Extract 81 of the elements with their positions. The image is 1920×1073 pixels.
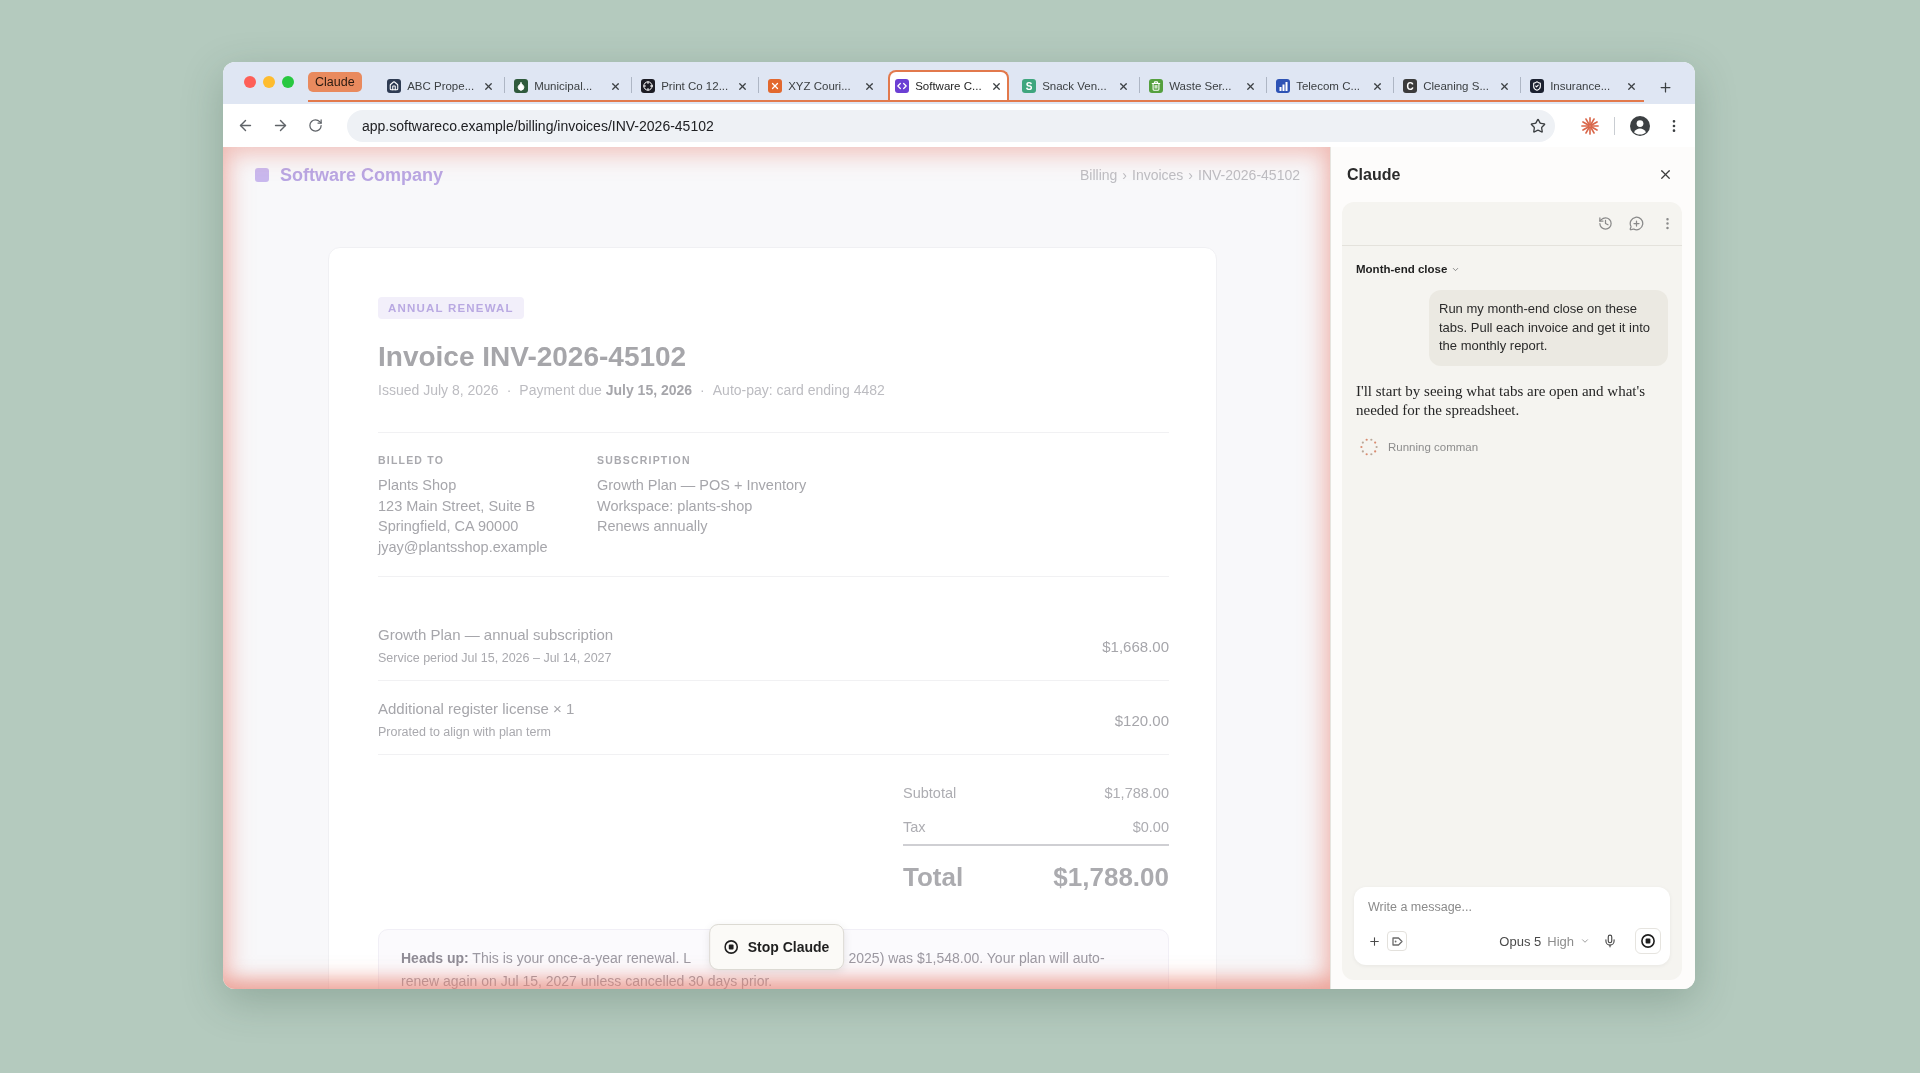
letter-favicon: C <box>1403 79 1418 93</box>
address-line: Plants Shop <box>378 476 458 495</box>
tab-group-label[interactable]: Claude <box>308 72 362 92</box>
profile-icon[interactable] <box>1630 115 1650 136</box>
address-bar[interactable]: app.softwareco.example/billing/invoices/INV-2026-45102 <box>347 109 1555 142</box>
total-label: Total <box>903 861 964 893</box>
section-label: BILLED TO <box>378 453 446 467</box>
starburst-icon[interactable] <box>1581 116 1599 135</box>
history-icon[interactable] <box>1598 216 1613 231</box>
notice-text: Heads up: This is your once-a-year renewal. L <box>401 949 692 968</box>
browser-tab[interactable]: ABC Prope... <box>380 70 502 100</box>
line-item-note: Prorated to align with plan term <box>378 724 552 741</box>
browser-tab[interactable]: Municipal... <box>507 70 629 100</box>
context-button[interactable] <box>1387 931 1407 951</box>
browser-tab[interactable]: Software C... <box>888 70 1010 100</box>
chat-plus-icon[interactable] <box>1629 216 1644 231</box>
logo-icon <box>255 168 269 182</box>
stop-claude-button[interactable]: Stop Claude <box>708 924 845 970</box>
tag-icon <box>1391 936 1403 946</box>
panel-title: Claude <box>1347 165 1401 184</box>
totals-label: Tax <box>903 818 926 837</box>
model-selector[interactable]: Opus 5 High <box>1499 933 1590 949</box>
totals-label: Subtotal <box>903 784 957 803</box>
notice-text: renew again on Jul 15, 2027 unless cancelled 30 days prior. <box>401 973 774 989</box>
brand-name: Software Company <box>280 164 444 186</box>
chevron-down-icon <box>1580 936 1590 946</box>
breadcrumb-current: INV-2026-45102 <box>1198 167 1300 183</box>
totals-amount: $1,788.00 <box>1104 784 1169 803</box>
reload-icon <box>307 118 323 133</box>
user-message: Run my month-end close on these tabs. Pull each invoice and get it into the monthly report. <box>1429 290 1668 366</box>
status-badge: ANNUAL RENEWAL <box>378 297 524 319</box>
close-icon[interactable] <box>483 80 495 92</box>
browser-tab[interactable]: S Snack Ven... <box>1015 70 1137 100</box>
assistant-message: I'll start by seeing what tabs are open and what's needed for the spreadsheet. <box>1356 381 1647 420</box>
line-item-description: Additional register license × 1 <box>378 699 575 719</box>
line-item-amount: $1,668.00 <box>1102 637 1169 655</box>
breadcrumb-separator: › <box>1188 167 1194 183</box>
browser-tab[interactable]: Print Co 12... <box>634 70 756 100</box>
browser-tab[interactable]: C Cleaning S... <box>1396 70 1518 100</box>
browser-tab[interactable]: Insurance... <box>1523 70 1645 100</box>
total-amount: $1,788.00 <box>1053 861 1169 893</box>
close-icon[interactable] <box>1118 80 1130 92</box>
subscription-line: Workspace: plants-shop <box>597 496 754 516</box>
message-input[interactable]: Write a message... <box>1368 899 1661 915</box>
line-item-description: Growth Plan — annual subscription <box>378 625 614 645</box>
stop-icon <box>723 940 738 954</box>
close-icon[interactable] <box>1658 167 1673 182</box>
totals-amount: $0.00 <box>1132 818 1169 837</box>
notice-text: 2025) was $1,548.00. Your plan will auto- <box>848 949 1106 968</box>
conversation-dropdown[interactable]: Month-end close <box>1356 262 1461 276</box>
new-tab-icon[interactable] <box>1658 80 1674 95</box>
address-line: 123 Main Street, Suite B <box>378 496 537 516</box>
close-icon[interactable] <box>1626 80 1638 92</box>
section-label: SUBSCRIPTION <box>597 453 692 467</box>
mic-icon[interactable] <box>1603 934 1617 948</box>
close-icon[interactable] <box>864 80 876 92</box>
line-item-note: Service period Jul 15, 2026 – Jul 14, 2027 <box>378 650 613 667</box>
subscription-line: Growth Plan — POS + Inventory <box>597 476 807 495</box>
browser-tab[interactable]: Telecom C... <box>1269 70 1391 100</box>
close-icon[interactable] <box>1372 80 1384 92</box>
browser-tab[interactable]: XYZ Couri... <box>761 70 883 100</box>
breadcrumb-separator: › <box>1122 167 1127 183</box>
browser-tab[interactable]: Waste Ser... <box>1142 70 1264 100</box>
status-text: Running comman <box>1388 440 1479 453</box>
stop-button[interactable] <box>1635 928 1661 954</box>
close-icon[interactable] <box>737 80 749 92</box>
star-icon[interactable] <box>1530 117 1546 134</box>
stop-icon <box>1641 934 1655 948</box>
subscription-line: Renews annually <box>597 517 709 536</box>
address-line: jyay@plantsshop.example <box>378 537 549 557</box>
plus-icon[interactable] <box>1368 934 1381 948</box>
invoice-title: Invoice INV-2026-45102 <box>378 340 688 374</box>
close-icon[interactable] <box>1245 80 1257 92</box>
address-line: Springfield, CA 90000 <box>378 517 520 536</box>
spinner-icon <box>1360 437 1378 456</box>
close-icon[interactable] <box>991 80 1003 92</box>
line-item-amount: $120.00 <box>1114 711 1169 729</box>
close-icon[interactable] <box>1499 80 1511 92</box>
invoice-meta: Issued July 8, 2026 · Payment due July 15, 2026 · Auto-pay: card ending 4482 <box>378 381 886 400</box>
close-icon[interactable] <box>610 80 622 92</box>
letter-favicon: S <box>1022 79 1037 93</box>
